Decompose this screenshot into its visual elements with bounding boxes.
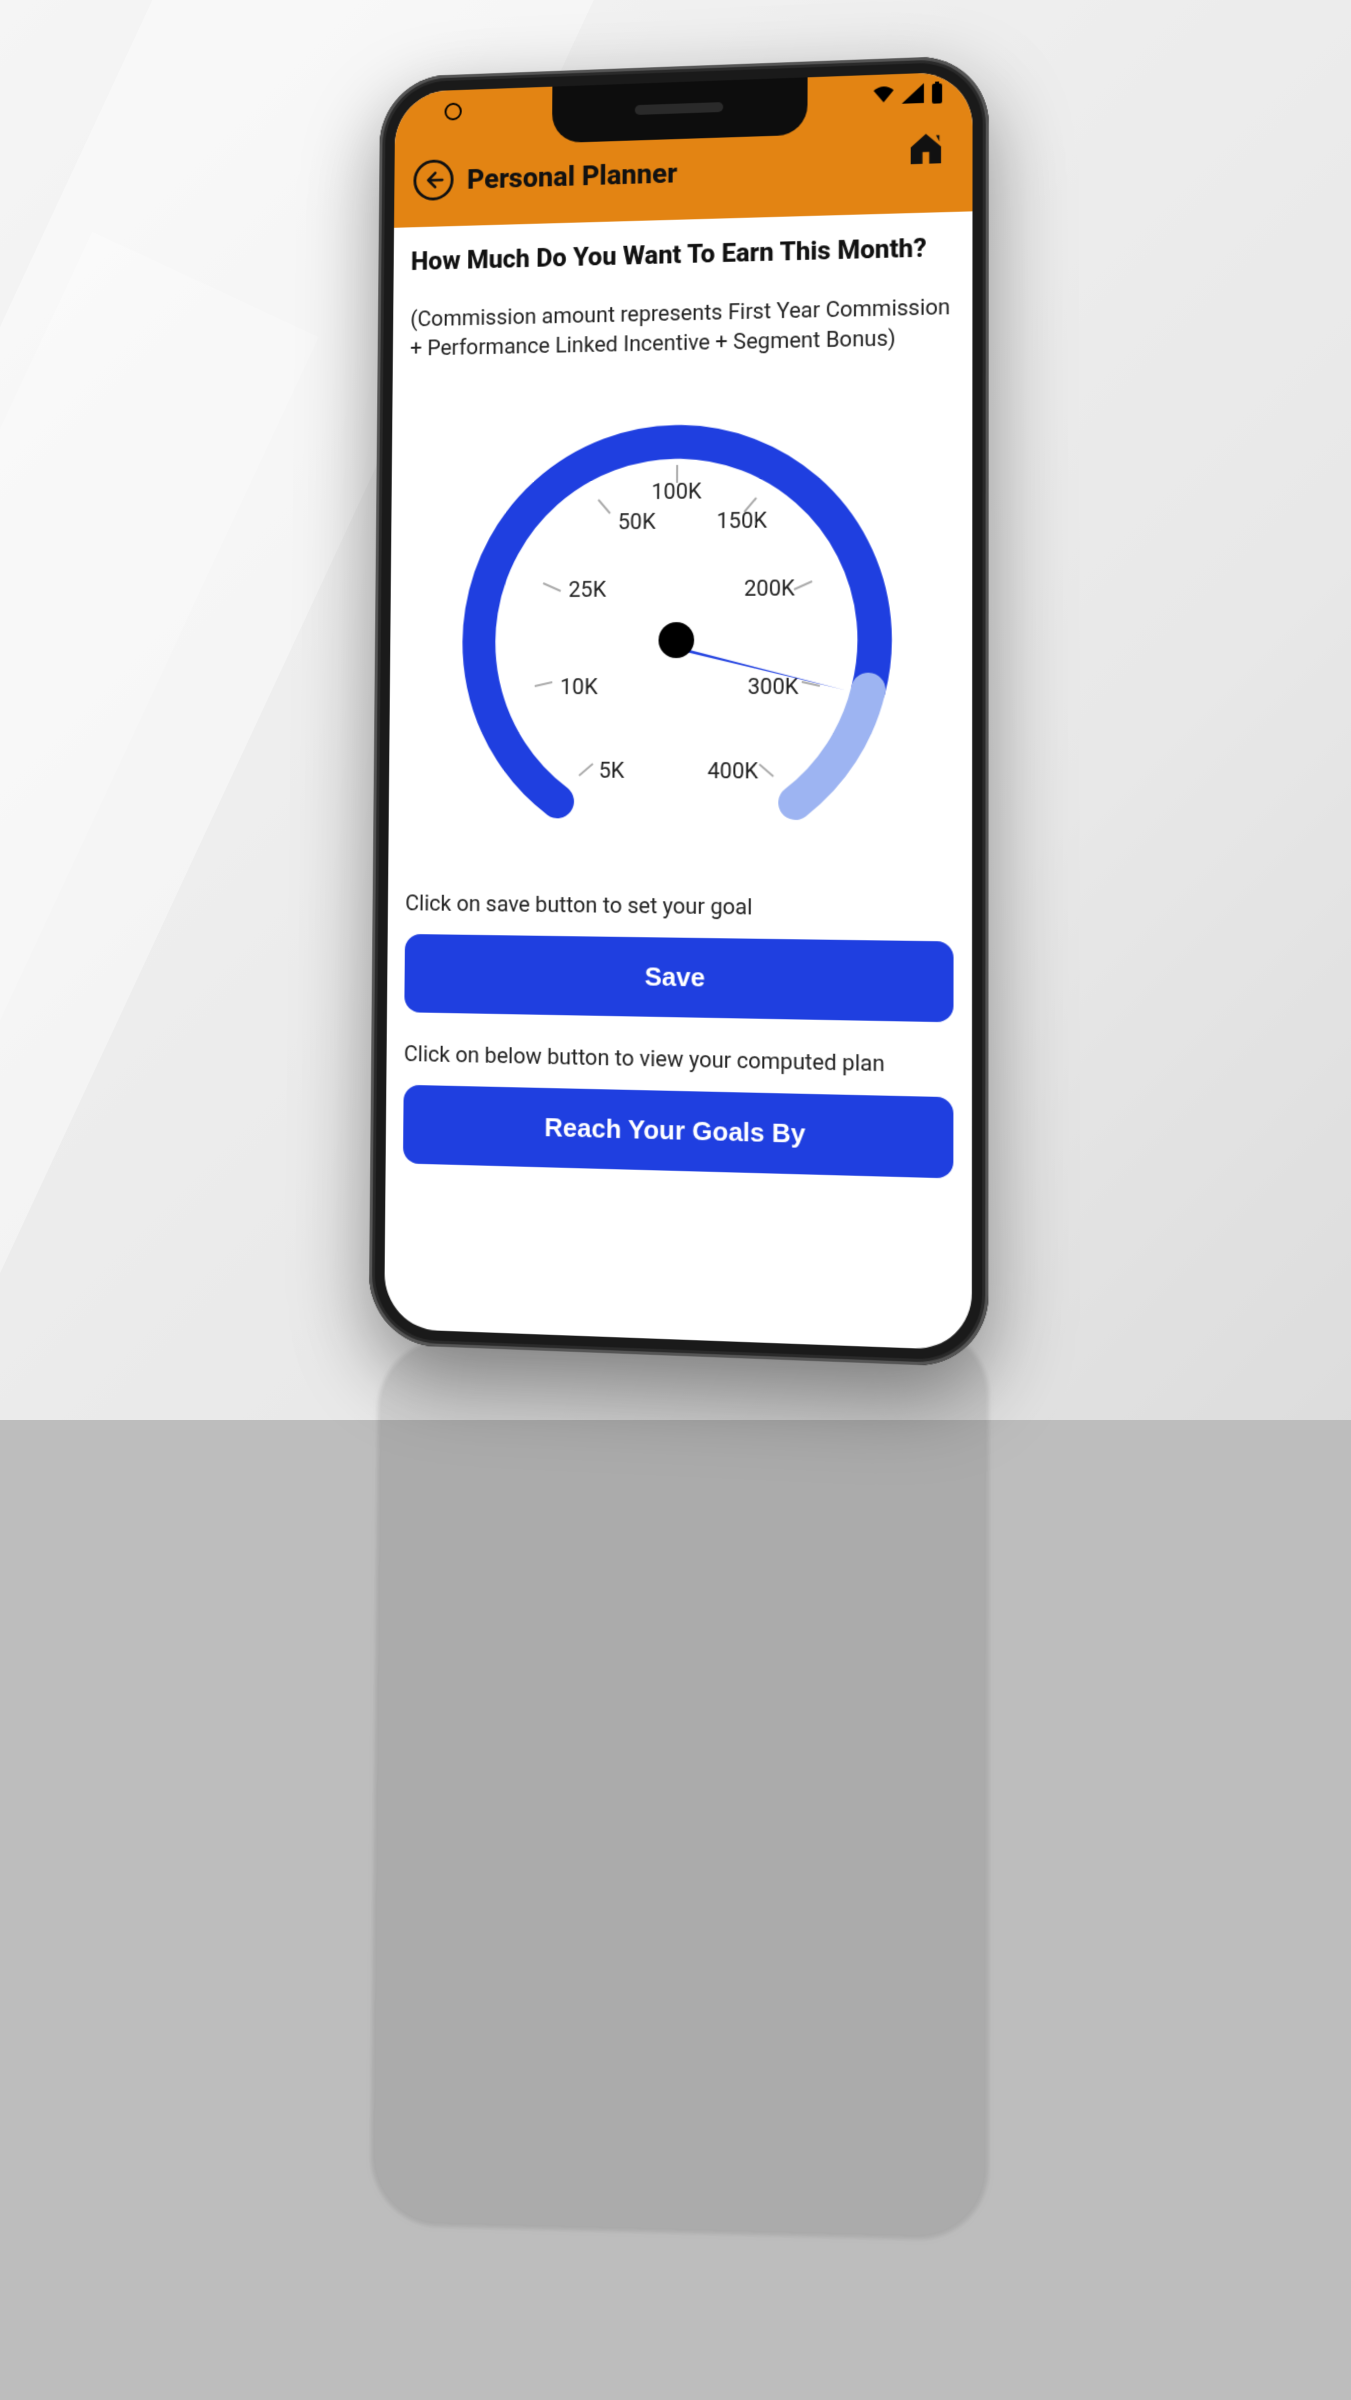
gauge-ticks	[534, 463, 820, 777]
earnings-gauge[interactable]: 5K 10K 25K 50K 100K 150K 200K 300K 400K	[405, 379, 953, 865]
app-screen: Personal Planner How Much Do You Want To…	[384, 71, 972, 1350]
phone-reflection	[370, 1325, 988, 2241]
signal-icon	[901, 83, 923, 108]
gauge-hub	[658, 622, 694, 658]
status-avatar-icon	[444, 103, 461, 121]
wifi-icon	[871, 84, 895, 109]
save-hint: Click on save button to set your goal	[405, 892, 953, 924]
gauge-tick-label: 10K	[559, 675, 597, 700]
gauge-arc-remaining	[795, 690, 868, 803]
gauge-tick-label: 300K	[747, 675, 798, 701]
phone-frame: Personal Planner How Much Do You Want To…	[368, 55, 988, 1368]
reach-goals-button[interactable]: Reach Your Goals By	[402, 1085, 952, 1179]
question-heading: How Much Do You Want To Earn This Month?	[410, 232, 953, 278]
gauge-tick-label: 25K	[568, 578, 606, 603]
gauge-tick-label: 200K	[744, 576, 795, 602]
page-title: Personal Planner	[466, 156, 677, 195]
commission-subtext: (Commission amount represents First Year…	[409, 293, 953, 366]
battery-icon	[929, 81, 943, 107]
gauge-tick-label: 100K	[651, 479, 702, 505]
gauge-tick-label: 5K	[598, 759, 624, 785]
home-button[interactable]	[905, 128, 946, 173]
gauge-tick-label: 400K	[707, 759, 758, 785]
gauge-tick-label: 150K	[716, 508, 767, 534]
main-content: How Much Do You Want To Earn This Month?…	[385, 211, 972, 1179]
gauge-tick-label: 50K	[617, 510, 655, 536]
back-button[interactable]	[413, 159, 453, 201]
save-button[interactable]: Save	[404, 934, 953, 1022]
plan-hint: Click on below button to view your compu…	[403, 1042, 953, 1079]
home-icon	[905, 128, 946, 169]
phone-notch	[551, 77, 807, 143]
back-arrow-icon	[422, 169, 443, 191]
